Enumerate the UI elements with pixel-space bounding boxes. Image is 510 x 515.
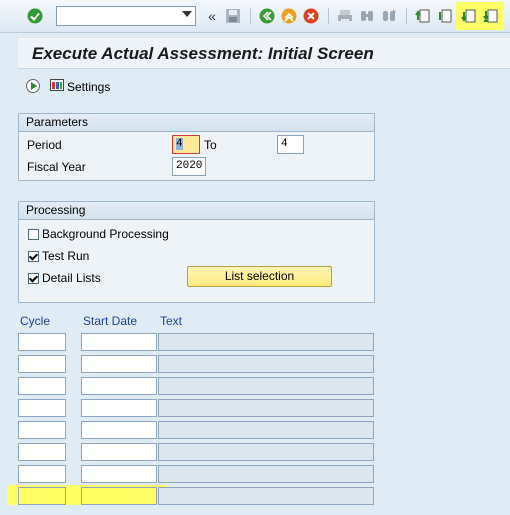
title-bar: Execute Actual Assessment: Initial Scree… — [18, 38, 510, 69]
test-run-label: Test Run — [42, 249, 90, 263]
toolbar-separator — [406, 8, 407, 24]
checkbox-box[interactable] — [28, 228, 39, 240]
column-header-cycle[interactable]: Cycle — [20, 314, 50, 328]
fiscal-year-label: Fiscal Year — [27, 160, 86, 174]
cycle-cell[interactable] — [18, 487, 66, 505]
cycle-cell[interactable] — [18, 399, 66, 417]
exit-icon[interactable] — [280, 7, 298, 25]
start-date-cell[interactable] — [81, 355, 157, 373]
checkbox-box[interactable] — [28, 272, 39, 284]
first-page-icon[interactable] — [414, 7, 432, 25]
text-cell — [158, 487, 374, 505]
parameters-group: Parameters Period 4 To 4 Fiscal Year 202… — [18, 113, 375, 181]
start-date-cell[interactable] — [81, 377, 157, 395]
next-page-icon[interactable] — [460, 7, 478, 25]
fiscal-year-field[interactable]: 2020 — [172, 157, 206, 176]
column-header-text[interactable]: Text — [160, 314, 182, 328]
application-toolbar: Settings — [18, 72, 510, 102]
previous-page-icon[interactable] — [436, 7, 454, 25]
text-cell — [158, 333, 374, 351]
period-to-field[interactable]: 4 — [277, 135, 304, 154]
start-date-cell[interactable] — [81, 333, 157, 351]
save-icon[interactable] — [224, 7, 242, 25]
cycle-cell[interactable] — [18, 465, 66, 483]
cycle-cell[interactable] — [18, 443, 66, 461]
collapse-icon[interactable]: « — [203, 7, 221, 25]
text-cell — [158, 399, 374, 417]
command-field[interactable] — [56, 6, 196, 26]
period-from-field[interactable]: 4 — [172, 135, 200, 154]
period-label: Period — [27, 138, 62, 152]
processing-group: Processing Background Processing Test Ru… — [18, 201, 375, 303]
test-run-checkbox[interactable]: Test Run — [28, 249, 89, 263]
cycle-cell[interactable] — [18, 377, 66, 395]
settings-button[interactable]: Settings — [50, 78, 110, 95]
start-date-cell[interactable] — [81, 487, 157, 505]
cycle-cell[interactable] — [18, 333, 66, 351]
toolbar-separator — [250, 8, 251, 24]
column-header-start-date[interactable]: Start Date — [83, 314, 137, 328]
find-next-icon[interactable] — [380, 7, 398, 25]
text-cell — [158, 355, 374, 373]
text-cell — [158, 465, 374, 483]
chevron-down-icon[interactable] — [182, 11, 192, 17]
back-icon[interactable] — [258, 7, 276, 25]
enter-icon[interactable] — [26, 7, 44, 25]
settings-icon — [50, 78, 64, 95]
list-selection-button[interactable]: List selection — [187, 266, 332, 287]
print-icon[interactable] — [336, 7, 354, 25]
start-date-cell[interactable] — [81, 399, 157, 417]
find-icon[interactable] — [358, 7, 376, 25]
system-toolbar: « — [0, 0, 510, 33]
toolbar-separator — [328, 8, 329, 24]
start-date-cell[interactable] — [81, 465, 157, 483]
detail-lists-checkbox[interactable]: Detail Lists — [28, 271, 101, 285]
page-title: Execute Actual Assessment: Initial Scree… — [32, 44, 374, 63]
period-from-value: 4 — [176, 138, 183, 150]
background-processing-checkbox[interactable]: Background Processing — [28, 227, 169, 241]
start-date-cell[interactable] — [81, 421, 157, 439]
parameters-heading: Parameters — [19, 114, 374, 132]
settings-label: Settings — [67, 79, 111, 94]
checkbox-box[interactable] — [28, 250, 39, 262]
cycle-cell[interactable] — [18, 421, 66, 439]
to-label: To — [204, 138, 217, 152]
detail-lists-label: Detail Lists — [42, 271, 101, 285]
text-cell — [158, 377, 374, 395]
start-date-cell[interactable] — [81, 443, 157, 461]
text-cell — [158, 443, 374, 461]
cancel-icon[interactable] — [302, 7, 320, 25]
text-cell — [158, 421, 374, 439]
execute-icon[interactable] — [25, 78, 41, 97]
last-page-icon[interactable] — [482, 7, 500, 25]
background-processing-label: Background Processing — [42, 227, 169, 241]
processing-heading: Processing — [19, 202, 374, 220]
cycle-cell[interactable] — [18, 355, 66, 373]
